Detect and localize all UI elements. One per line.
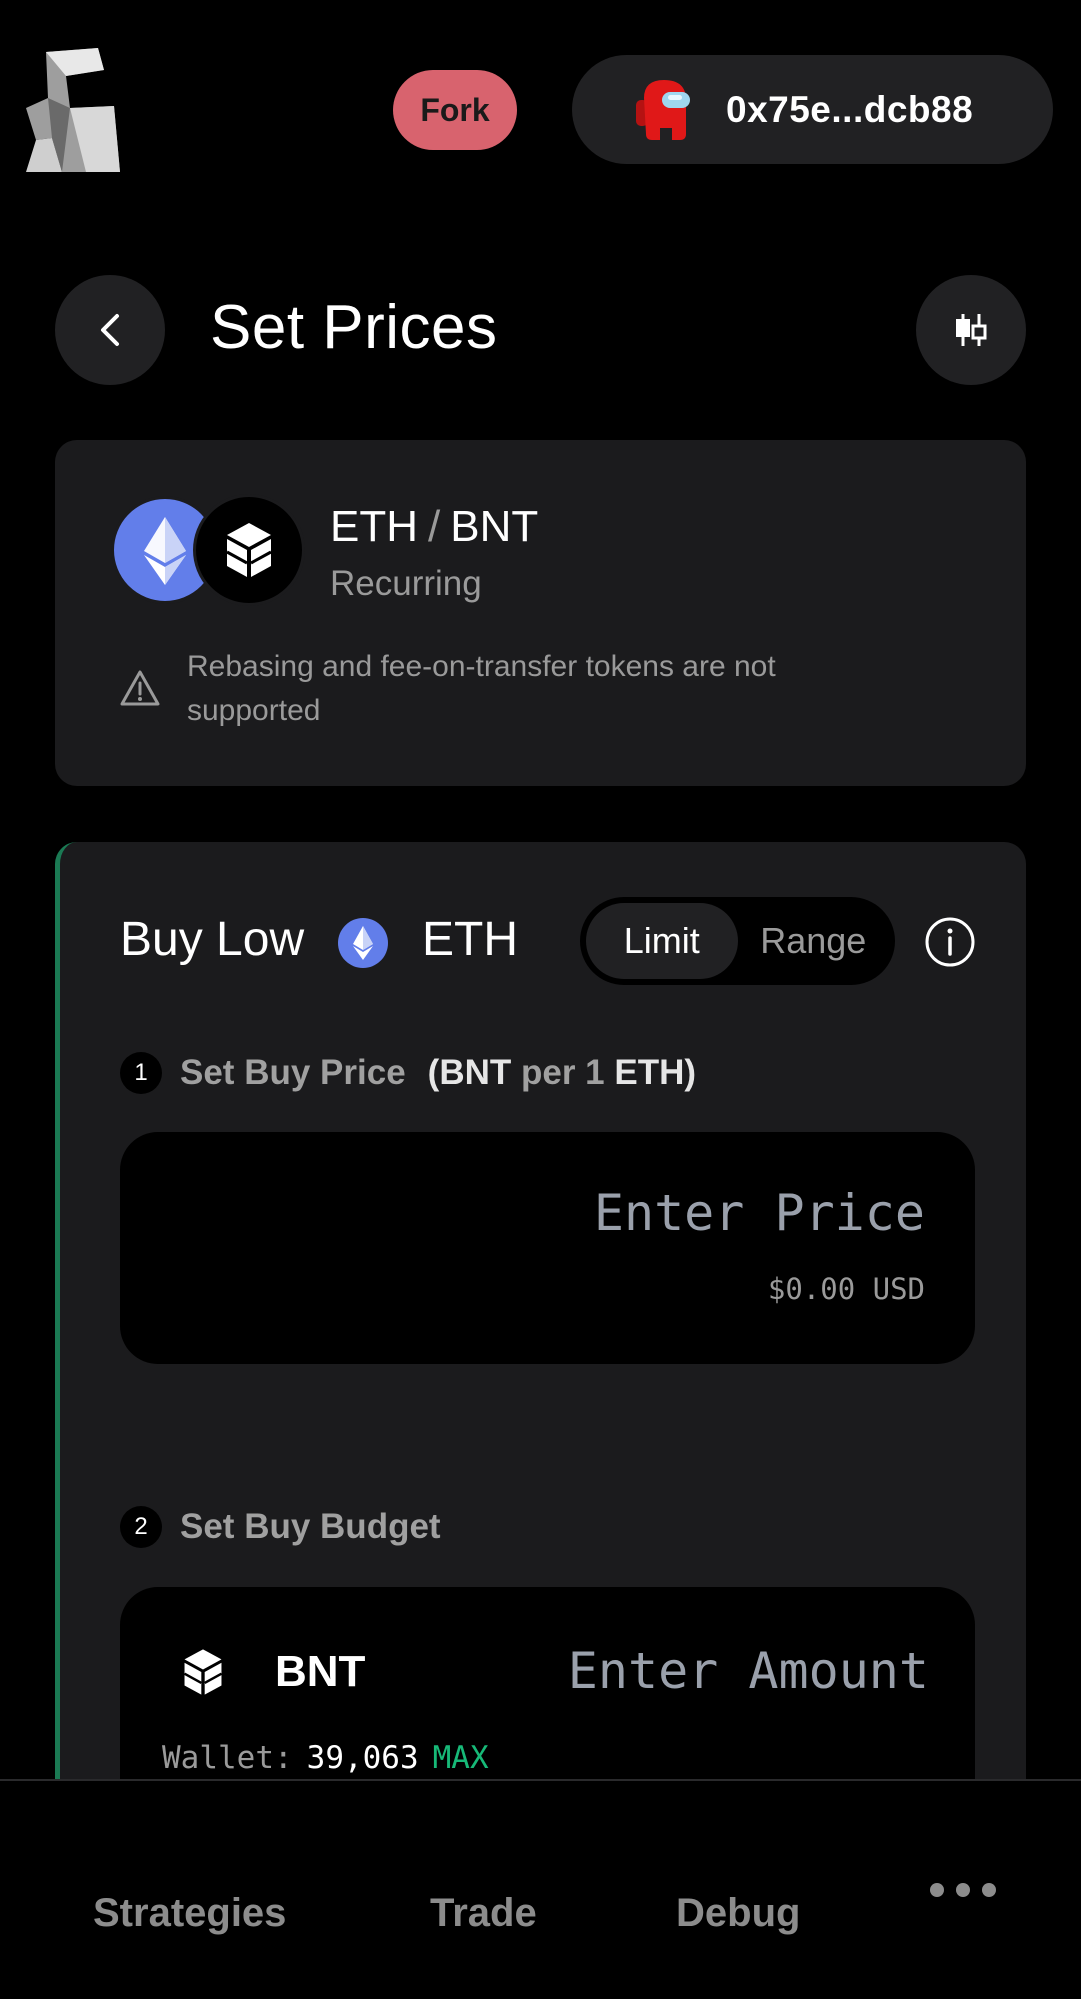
bnt-token-icon [183, 1649, 223, 1695]
info-icon[interactable] [924, 916, 976, 968]
bottom-nav: Strategies Trade Debug [0, 1779, 1081, 1999]
buy-price-usd: $0.00 USD [767, 1272, 925, 1306]
back-button[interactable] [55, 275, 165, 385]
dot [982, 1883, 996, 1897]
warning-text: Rebasing and fee-on-transfer tokens are … [187, 650, 776, 727]
eth-token-icon [338, 918, 388, 968]
app-logo[interactable] [26, 48, 122, 172]
wallet-label: Wallet: [162, 1740, 293, 1776]
step-set-buy-price: 1 Set Buy Price (BNT per 1 ETH) [120, 1052, 696, 1094]
buy-price-input-box[interactable]: Enter Price $0.00 USD [120, 1132, 975, 1364]
bnt-token-icon [193, 494, 305, 606]
price-unit: (BNT per 1 ETH) [427, 1053, 697, 1092]
among-us-avatar-icon [636, 79, 690, 140]
chevron-left-icon [101, 314, 119, 346]
nav-trade[interactable]: Trade [430, 1891, 537, 1936]
step-label: Set Buy Budget [180, 1507, 441, 1546]
wallet-balance-row: Wallet: 39,063 MAX [162, 1740, 489, 1776]
step-number: 1 [120, 1052, 162, 1094]
warning-icon [120, 670, 160, 706]
budget-token-symbol: BNT [275, 1647, 366, 1696]
fork-badge[interactable]: Fork [393, 70, 517, 150]
fork-label: Fork [420, 91, 490, 128]
step-label: Set Buy Price [180, 1053, 406, 1092]
wallet-button[interactable]: 0x75e...dcb88 [572, 55, 1053, 164]
step-number: 2 [120, 1506, 162, 1548]
buy-low-title: Buy Low [120, 913, 305, 966]
pair-base: ETH [330, 502, 418, 551]
price-chart-button[interactable] [916, 275, 1026, 385]
candlestick-chart-icon [956, 314, 987, 346]
step-set-buy-budget: 2 Set Buy Budget [120, 1506, 441, 1548]
pair-name: ETH / BNT [330, 502, 538, 552]
range-option[interactable]: Range [738, 903, 890, 979]
buy-token-symbol: ETH [422, 913, 518, 966]
limit-range-toggle: Limit Range [580, 897, 895, 985]
limit-option[interactable]: Limit [586, 903, 738, 979]
token-pair-card: ETH / BNT Recurring Rebasing and fee-on-tr… [55, 440, 1026, 786]
page-title: Set Prices [210, 293, 498, 362]
pair-separator: / [428, 502, 441, 551]
more-menu-icon[interactable] [930, 1883, 996, 1897]
max-button[interactable]: MAX [433, 1740, 489, 1776]
pair-quote: BNT [450, 502, 539, 551]
buy-price-input[interactable]: Enter Price [594, 1184, 925, 1242]
wallet-balance: 39,063 [306, 1740, 419, 1776]
dot [956, 1883, 970, 1897]
nav-debug[interactable]: Debug [676, 1891, 800, 1936]
dot [930, 1883, 944, 1897]
nav-strategies[interactable]: Strategies [93, 1891, 286, 1936]
buy-amount-input[interactable]: Enter Amount [568, 1642, 929, 1700]
strategy-type: Recurring [330, 564, 482, 603]
wallet-address: 0x75e...dcb88 [726, 88, 974, 130]
